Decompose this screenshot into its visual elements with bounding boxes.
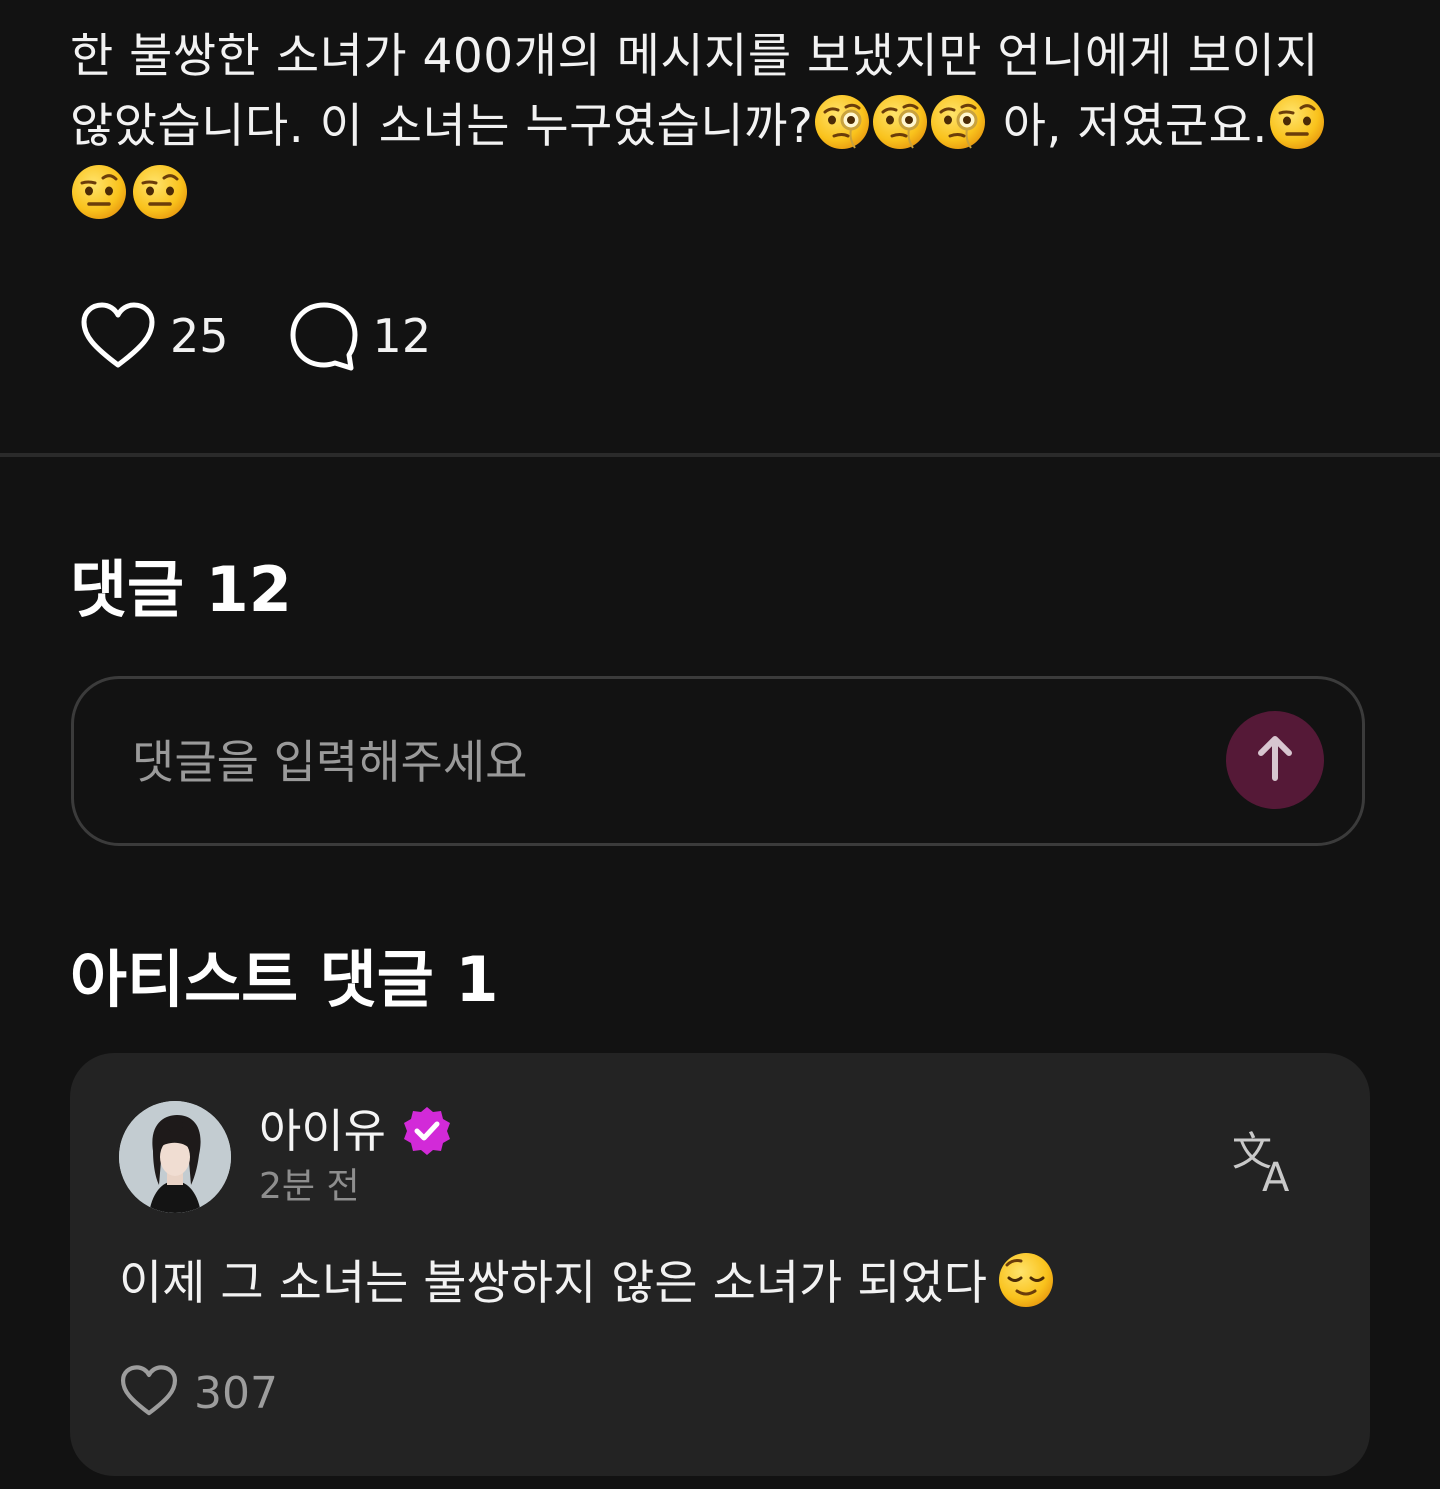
comment-body: 이제 그 소녀는 불쌍하지 않은 소녀가 되었다 <box>119 1256 987 1311</box>
verified-badge-icon <box>400 1105 454 1159</box>
send-comment-button[interactable] <box>1226 711 1324 809</box>
face-with-monocle-icon <box>871 93 929 151</box>
face-with-raised-eyebrow-icon <box>70 163 128 221</box>
heart-icon <box>80 302 156 370</box>
speech-bubble-icon <box>289 301 359 371</box>
artist-comments-title: 아티스트 댓글 1 <box>70 943 499 1016</box>
face-with-raised-eyebrow-icon <box>1268 93 1326 151</box>
comment-input-box <box>71 676 1365 846</box>
post-like-count: 25 <box>170 309 229 363</box>
comment-like-count: 307 <box>194 1367 278 1419</box>
artist-comment-card: 아이유 2분 전 文 A 이제 그 소녀는 불쌍하지 않은 소녀가 되었다 30… <box>70 1053 1370 1476</box>
heart-icon <box>120 1365 178 1421</box>
relieved-face-icon <box>997 1251 1055 1309</box>
face-with-raised-eyebrow-icon <box>131 163 189 221</box>
arrow-up-icon <box>1255 734 1295 786</box>
section-divider <box>0 453 1440 457</box>
svg-text:A: A <box>1262 1155 1290 1197</box>
avatar[interactable] <box>119 1101 231 1213</box>
comment-input[interactable] <box>130 719 1214 805</box>
author-name[interactable]: 아이유 <box>259 1101 386 1161</box>
post-comment-button[interactable]: 12 <box>289 301 432 371</box>
face-with-monocle-icon <box>813 93 871 151</box>
post-actions: 25 12 <box>80 300 431 372</box>
post-comment-count: 12 <box>372 309 432 363</box>
post-text-tail: 아, 저였군요. <box>987 99 1268 154</box>
face-with-monocle-icon <box>929 93 987 151</box>
post-like-button[interactable]: 25 <box>80 302 229 370</box>
translate-icon[interactable]: 文 A <box>1230 1125 1302 1201</box>
comments-title: 댓글 12 <box>70 553 292 626</box>
comment-time: 2분 전 <box>259 1166 360 1207</box>
comment-like-button[interactable]: 307 <box>120 1363 278 1423</box>
comment-text: 이제 그 소녀는 불쌍하지 않은 소녀가 되었다 <box>119 1249 1055 1319</box>
post-page: 한 불쌍한 소녀가 400개의 메시지를 보냈지만 언니에게 보이지 않았습니다… <box>0 0 1440 1489</box>
post-body: 한 불쌍한 소녀가 400개의 메시지를 보냈지만 언니에게 보이지 않았습니다… <box>70 22 1370 232</box>
